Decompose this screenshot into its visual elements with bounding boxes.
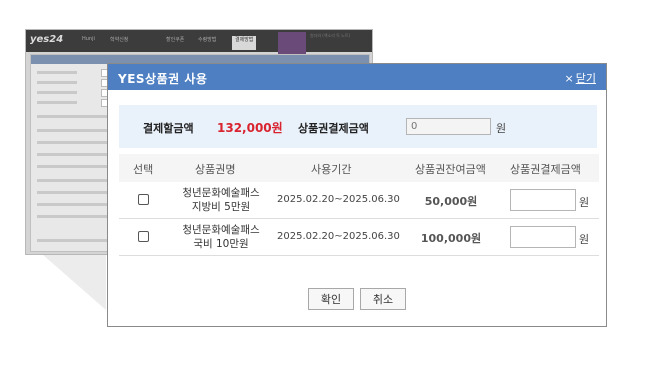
background-line [37,191,107,194]
background-line [37,81,77,84]
dialog-title: YES상품권 사용 [118,72,208,86]
voucher-table-header: 선택 상품권명 사용기간 상품권잔여금액 상품권결제금액 [119,154,599,182]
background-line [37,91,77,94]
header-payment: 상품권결제금액 [510,163,581,176]
voucher-table: 선택 상품권명 사용기간 상품권잔여금액 상품권결제금액 청년문화예술패스 지방… [119,154,599,256]
voucher-checkbox[interactable] [138,194,149,205]
background-line [37,179,107,182]
background-line [37,215,107,218]
header-balance: 상품권잔여금액 [415,163,486,176]
voucher-balance: 100,000원 [420,232,482,245]
voucher-name: 청년문화예술패스 지방비 5만원 [182,187,260,213]
yes24-logo: yes24 [30,34,64,45]
confirm-button[interactable]: 확인 [308,288,354,310]
close-button[interactable]: × 닫기 [565,70,596,86]
voucher-amount-label: 상품권결제금액 [298,122,369,135]
voucher-row: 청년문화예술패스 지방비 5만원 2025.02.20~2025.06.30 5… [119,182,599,219]
background-tab: 수령방법 [198,37,217,43]
cancel-button[interactable]: 취소 [360,288,406,310]
voucher-payment-unit: 원 [579,233,590,246]
voucher-payment-input[interactable] [510,226,576,248]
voucher-amount-field[interactable] [406,118,491,135]
background-tab-active: 결제방법 [232,36,257,50]
background-line [37,101,77,104]
background-line [37,71,77,74]
close-label: 닫기 [575,72,596,85]
background-line [37,165,107,168]
background-line [37,239,117,242]
background-line [37,153,107,156]
voucher-dialog: YES상품권 사용 ×닫기 결제할금액 132,000원 상품권결제금액 원 선… [107,63,607,327]
pay-amount-label: 결제할금액 [143,122,194,135]
background-tab: 할인쿠폰 [166,37,185,43]
voucher-payment-unit: 원 [579,196,590,209]
voucher-checkbox[interactable] [138,231,149,242]
voucher-payment-input[interactable] [510,189,576,211]
voucher-amount-unit: 원 [496,122,507,135]
voucher-balance: 50,000원 [424,195,478,208]
background-promo-text: 원자와 (책소리 독 노트) [310,33,351,38]
payment-summary: 결제할금액 132,000원 상품권결제금액 원 [119,105,597,148]
header-select: 선택 [133,163,154,176]
background-tab: 학약신청 [110,37,129,43]
voucher-period: 2025.02.20~2025.06.30 [277,231,400,242]
voucher-name: 청년문화예술패스 국비 10만원 [182,224,260,250]
voucher-row: 청년문화예술패스 국비 10만원 2025.02.20~2025.06.30 1… [119,219,599,256]
dialog-header: YES상품권 사용 × 닫기 [108,64,606,90]
header-voucher-name: 상품권명 [195,163,236,176]
background-line [37,141,107,144]
background-line [37,203,107,206]
close-icon: × [564,72,574,85]
header-period: 사용기간 [311,163,352,176]
voucher-period: 2025.02.20~2025.06.30 [277,194,400,205]
pay-amount-value: 132,000원 [217,121,283,135]
background-tab: Hunji [82,36,95,42]
